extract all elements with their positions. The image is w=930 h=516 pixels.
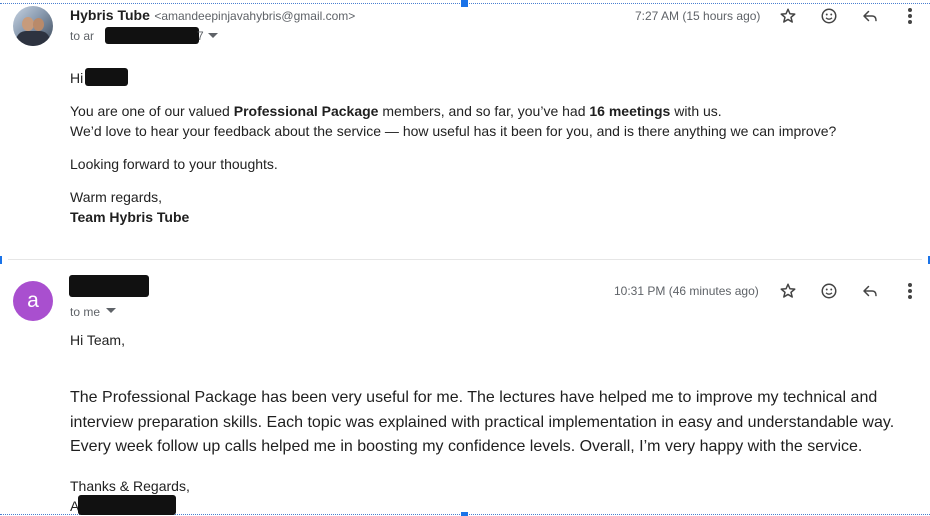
email2-paragraph-line3: Every week follow up calls helped me in … bbox=[70, 438, 863, 455]
email2-timestamp: 10:31 PM (46 minutes ago) bbox=[614, 284, 759, 298]
more-vert-icon[interactable] bbox=[899, 280, 921, 302]
email2-paragraph: The Professional Package has been very u… bbox=[70, 386, 894, 460]
redaction-sender-name bbox=[69, 275, 149, 297]
email1-line2: We’d love to hear your feedback about th… bbox=[70, 123, 837, 139]
dropdown-arrow-icon[interactable] bbox=[100, 300, 122, 322]
redaction-recipient bbox=[105, 27, 199, 44]
more-vert-icon[interactable] bbox=[899, 5, 921, 27]
emoji-icon[interactable] bbox=[818, 280, 840, 302]
email1-timestamp: 7:27 AM (15 hours ago) bbox=[635, 9, 761, 23]
email1-sender-name[interactable]: Hybris Tube bbox=[70, 7, 150, 23]
sender-avatar-letter[interactable]: a bbox=[13, 281, 53, 321]
sender-avatar-photo[interactable] bbox=[13, 6, 53, 46]
selection-handle-top[interactable] bbox=[461, 0, 468, 7]
selection-handle-left[interactable] bbox=[0, 256, 2, 264]
email1-line1: You are one of our valued Professional P… bbox=[70, 103, 722, 119]
selection-handle-bottom[interactable] bbox=[461, 512, 468, 516]
email1-sender-line: Hybris Tube <amandeepinjavahybris@gmail.… bbox=[70, 7, 355, 25]
email1-closing: Warm regards, bbox=[70, 189, 163, 205]
redaction-greeting-name bbox=[85, 68, 128, 86]
email1-recipient-line[interactable]: to ar bbox=[70, 29, 94, 43]
redaction-signature-name bbox=[78, 495, 176, 515]
email2-to-label[interactable]: to me bbox=[70, 305, 100, 319]
email1-signature: Team Hybris Tube bbox=[70, 209, 190, 225]
message-divider bbox=[8, 259, 922, 260]
dropdown-arrow-icon[interactable] bbox=[202, 25, 224, 47]
reply-icon[interactable] bbox=[859, 5, 881, 27]
star-icon[interactable] bbox=[777, 280, 799, 302]
email2-paragraph-line2: interview preparation skills. Each topic… bbox=[70, 413, 895, 431]
reply-icon[interactable] bbox=[859, 280, 881, 302]
email2-greeting: Hi Team, bbox=[70, 332, 125, 348]
emoji-icon[interactable] bbox=[818, 5, 840, 27]
email1-line3: Looking forward to your thoughts. bbox=[70, 156, 278, 172]
email2-paragraph-line1: The Professional Package has been very u… bbox=[70, 389, 878, 406]
star-icon[interactable] bbox=[777, 5, 799, 27]
email1-to-label: to ar bbox=[70, 29, 95, 43]
email1-sender-email: <amandeepinjavahybris@gmail.com> bbox=[154, 9, 356, 23]
email2-closing: Thanks & Regards, bbox=[70, 478, 190, 494]
